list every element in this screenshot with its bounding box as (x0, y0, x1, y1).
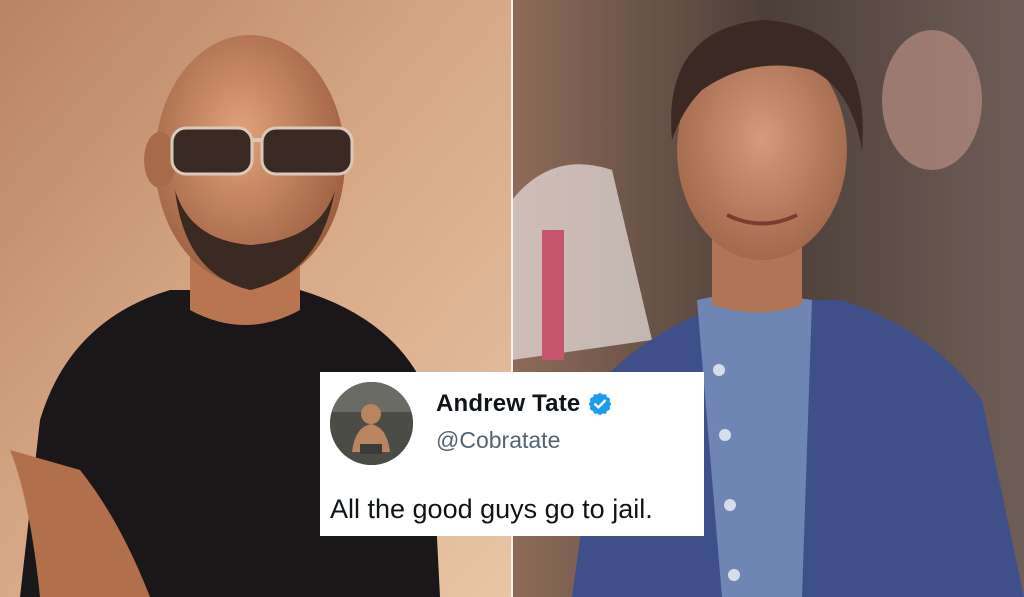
name-row: Andrew Tate (436, 390, 613, 418)
tweet-text: All the good guys go to jail. (330, 494, 653, 524)
verified-badge-icon (589, 392, 612, 416)
user-handle[interactable]: @Cobratate (436, 427, 560, 454)
profile-avatar[interactable] (330, 382, 413, 465)
display-name[interactable]: Andrew Tate (436, 390, 580, 418)
tweet-card: Andrew Tate @Cobratate All the good guys… (320, 372, 704, 536)
avatar-illustration (330, 382, 413, 465)
